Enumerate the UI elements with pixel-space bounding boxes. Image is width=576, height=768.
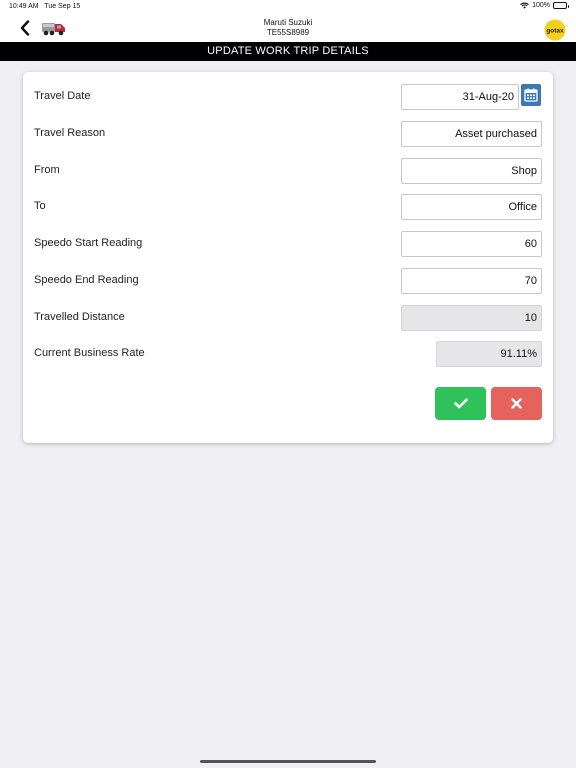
status-bar: 10:49 AM Tue Sep 15 100% <box>0 0 576 14</box>
vehicle-name: Maruti Suzuki <box>263 18 313 27</box>
status-date-text: Tue Sep 15 <box>44 3 81 10</box>
speedo-start-label: Speedo Start Reading <box>34 237 143 249</box>
to-field[interactable]: Office <box>401 194 542 220</box>
calendar-icon <box>524 88 538 102</box>
travel-reason-label: Travel Reason <box>34 127 106 139</box>
speedo-start-row: Speedo Start Reading 60 <box>23 231 553 257</box>
business-rate-label: Current Business Rate <box>34 347 145 359</box>
speedo-end-field[interactable]: 70 <box>401 268 542 294</box>
vehicle-title: Maruti Suzuki TE55S8989 <box>0 18 576 38</box>
travel-date-row: Travel Date 31-Aug-20 <box>23 84 553 110</box>
status-time: 10:49 AM Tue Sep 15 <box>9 3 80 10</box>
travel-reason-field[interactable]: Asset purchased <box>401 121 542 147</box>
travelled-distance-label: Travelled Distance <box>34 311 125 323</box>
wifi-icon <box>520 2 529 9</box>
travelled-distance-field: 10 <box>401 305 542 331</box>
speedo-start-field[interactable]: 60 <box>401 231 542 257</box>
gotax-logo: gotax <box>544 19 566 41</box>
business-rate-row: Current Business Rate 91.11% <box>23 341 553 367</box>
speedo-end-label: Speedo End Reading <box>34 274 139 286</box>
gotax-logo-text: gotax <box>546 28 564 35</box>
travel-date-label: Travel Date <box>34 90 91 102</box>
battery-icon <box>553 2 569 9</box>
to-label: To <box>34 200 46 212</box>
battery-percent: 100% <box>532 2 550 9</box>
from-row: From Shop <box>23 158 553 184</box>
from-label: From <box>34 164 60 176</box>
to-row: To Office <box>23 194 553 220</box>
home-indicator <box>200 760 376 763</box>
from-field[interactable]: Shop <box>401 158 542 184</box>
travelled-distance-row: Travelled Distance 10 <box>23 305 553 331</box>
battery-tip <box>567 5 569 8</box>
status-right: 100% <box>520 2 569 9</box>
close-icon <box>511 398 522 409</box>
speedo-end-row: Speedo End Reading 70 <box>23 268 553 294</box>
travel-reason-row: Travel Reason Asset purchased <box>23 121 553 147</box>
travel-date-field[interactable]: 31-Aug-20 <box>401 84 519 110</box>
vehicle-registration: TE55S8989 <box>266 28 310 37</box>
checkmark-icon <box>453 398 468 409</box>
status-time-text: 10:49 AM <box>9 3 39 10</box>
trip-details-card: Travel Date 31-Aug-20 Travel Reason Asse… <box>23 72 553 443</box>
calendar-button[interactable] <box>521 84 541 106</box>
page-title: UPDATE WORK TRIP DETAILS <box>0 42 576 61</box>
nav-bar: Maruti Suzuki TE55S8989 gotax <box>0 14 576 42</box>
confirm-button[interactable] <box>435 387 486 420</box>
cancel-button[interactable] <box>491 387 542 420</box>
business-rate-field: 91.11% <box>436 341 542 367</box>
